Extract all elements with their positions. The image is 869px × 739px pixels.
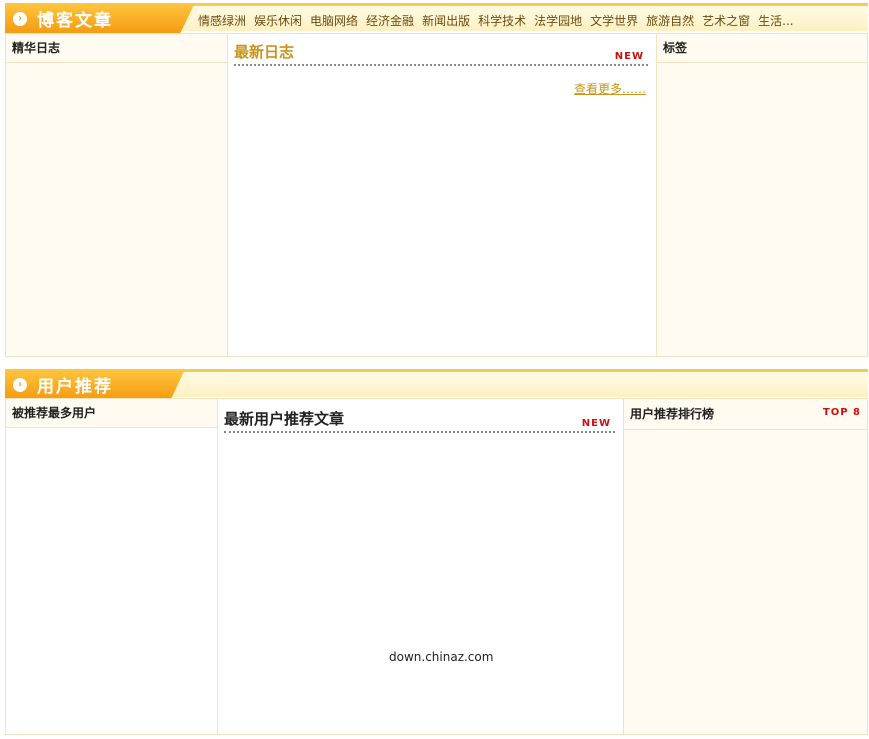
tags-title: 标签: [657, 34, 867, 63]
category-link[interactable]: 生活...: [758, 12, 793, 29]
recommended-articles-header: 最新用户推荐文章 NEW: [224, 407, 615, 433]
category-link[interactable]: 文学世界: [590, 12, 638, 29]
category-link[interactable]: 艺术之窗: [702, 12, 750, 29]
latest-blogs-panel: 最新日志 NEW 查看更多……: [227, 33, 657, 357]
category-link[interactable]: 经济金融: [366, 12, 414, 29]
recommended-articles-title: 最新用户推荐文章: [224, 410, 345, 428]
tags-panel: 标签: [656, 33, 868, 357]
latest-blogs-header: 最新日志 NEW: [234, 40, 648, 66]
category-link[interactable]: 科学技术: [478, 12, 526, 29]
category-nav: 情感绿洲 娱乐休闲 电脑网络 经济金融 新闻出版 科学技术 法学园地 文学世界 …: [198, 9, 868, 31]
new-badge: NEW: [581, 418, 611, 429]
recommend-ranking-panel: 用户推荐排行榜 TOP 8: [623, 398, 868, 735]
blog-section-tab[interactable]: › 博客文章: [5, 3, 195, 34]
category-link[interactable]: 情感绿洲: [198, 12, 246, 29]
featured-blogs-title: 精华日志: [6, 34, 227, 63]
new-badge: NEW: [614, 51, 644, 62]
category-link[interactable]: 娱乐休闲: [254, 12, 302, 29]
category-link[interactable]: 旅游自然: [646, 12, 694, 29]
recommend-section-title: 用户推荐: [37, 377, 113, 397]
arrow-circle-icon: ›: [13, 11, 27, 26]
category-link[interactable]: 法学园地: [534, 12, 582, 29]
blog-section-title: 博客文章: [37, 11, 113, 31]
watermark-text: down.chinaz.com: [389, 650, 494, 664]
featured-blogs-panel: 精华日志: [5, 33, 228, 357]
blog-section-header: › 博客文章 情感绿洲 娱乐休闲 电脑网络 经济金融 新闻出版 科学技术 法学园…: [5, 3, 868, 34]
category-link[interactable]: 电脑网络: [310, 12, 358, 29]
view-more-link[interactable]: 查看更多……: [574, 80, 646, 97]
latest-blogs-title: 最新日志: [234, 43, 295, 61]
recommend-section-tab[interactable]: › 用户推荐: [5, 369, 185, 400]
arrow-circle-icon: ›: [13, 377, 27, 392]
recommend-section-header: › 用户推荐: [5, 369, 868, 400]
top-badge: TOP 8: [822, 407, 861, 418]
category-link[interactable]: 新闻出版: [422, 12, 470, 29]
top-recommended-users-title: 被推荐最多用户: [6, 399, 218, 428]
recommended-articles-panel: 最新用户推荐文章 NEW: [217, 398, 624, 735]
top-recommended-users-panel: 被推荐最多用户: [5, 398, 218, 735]
